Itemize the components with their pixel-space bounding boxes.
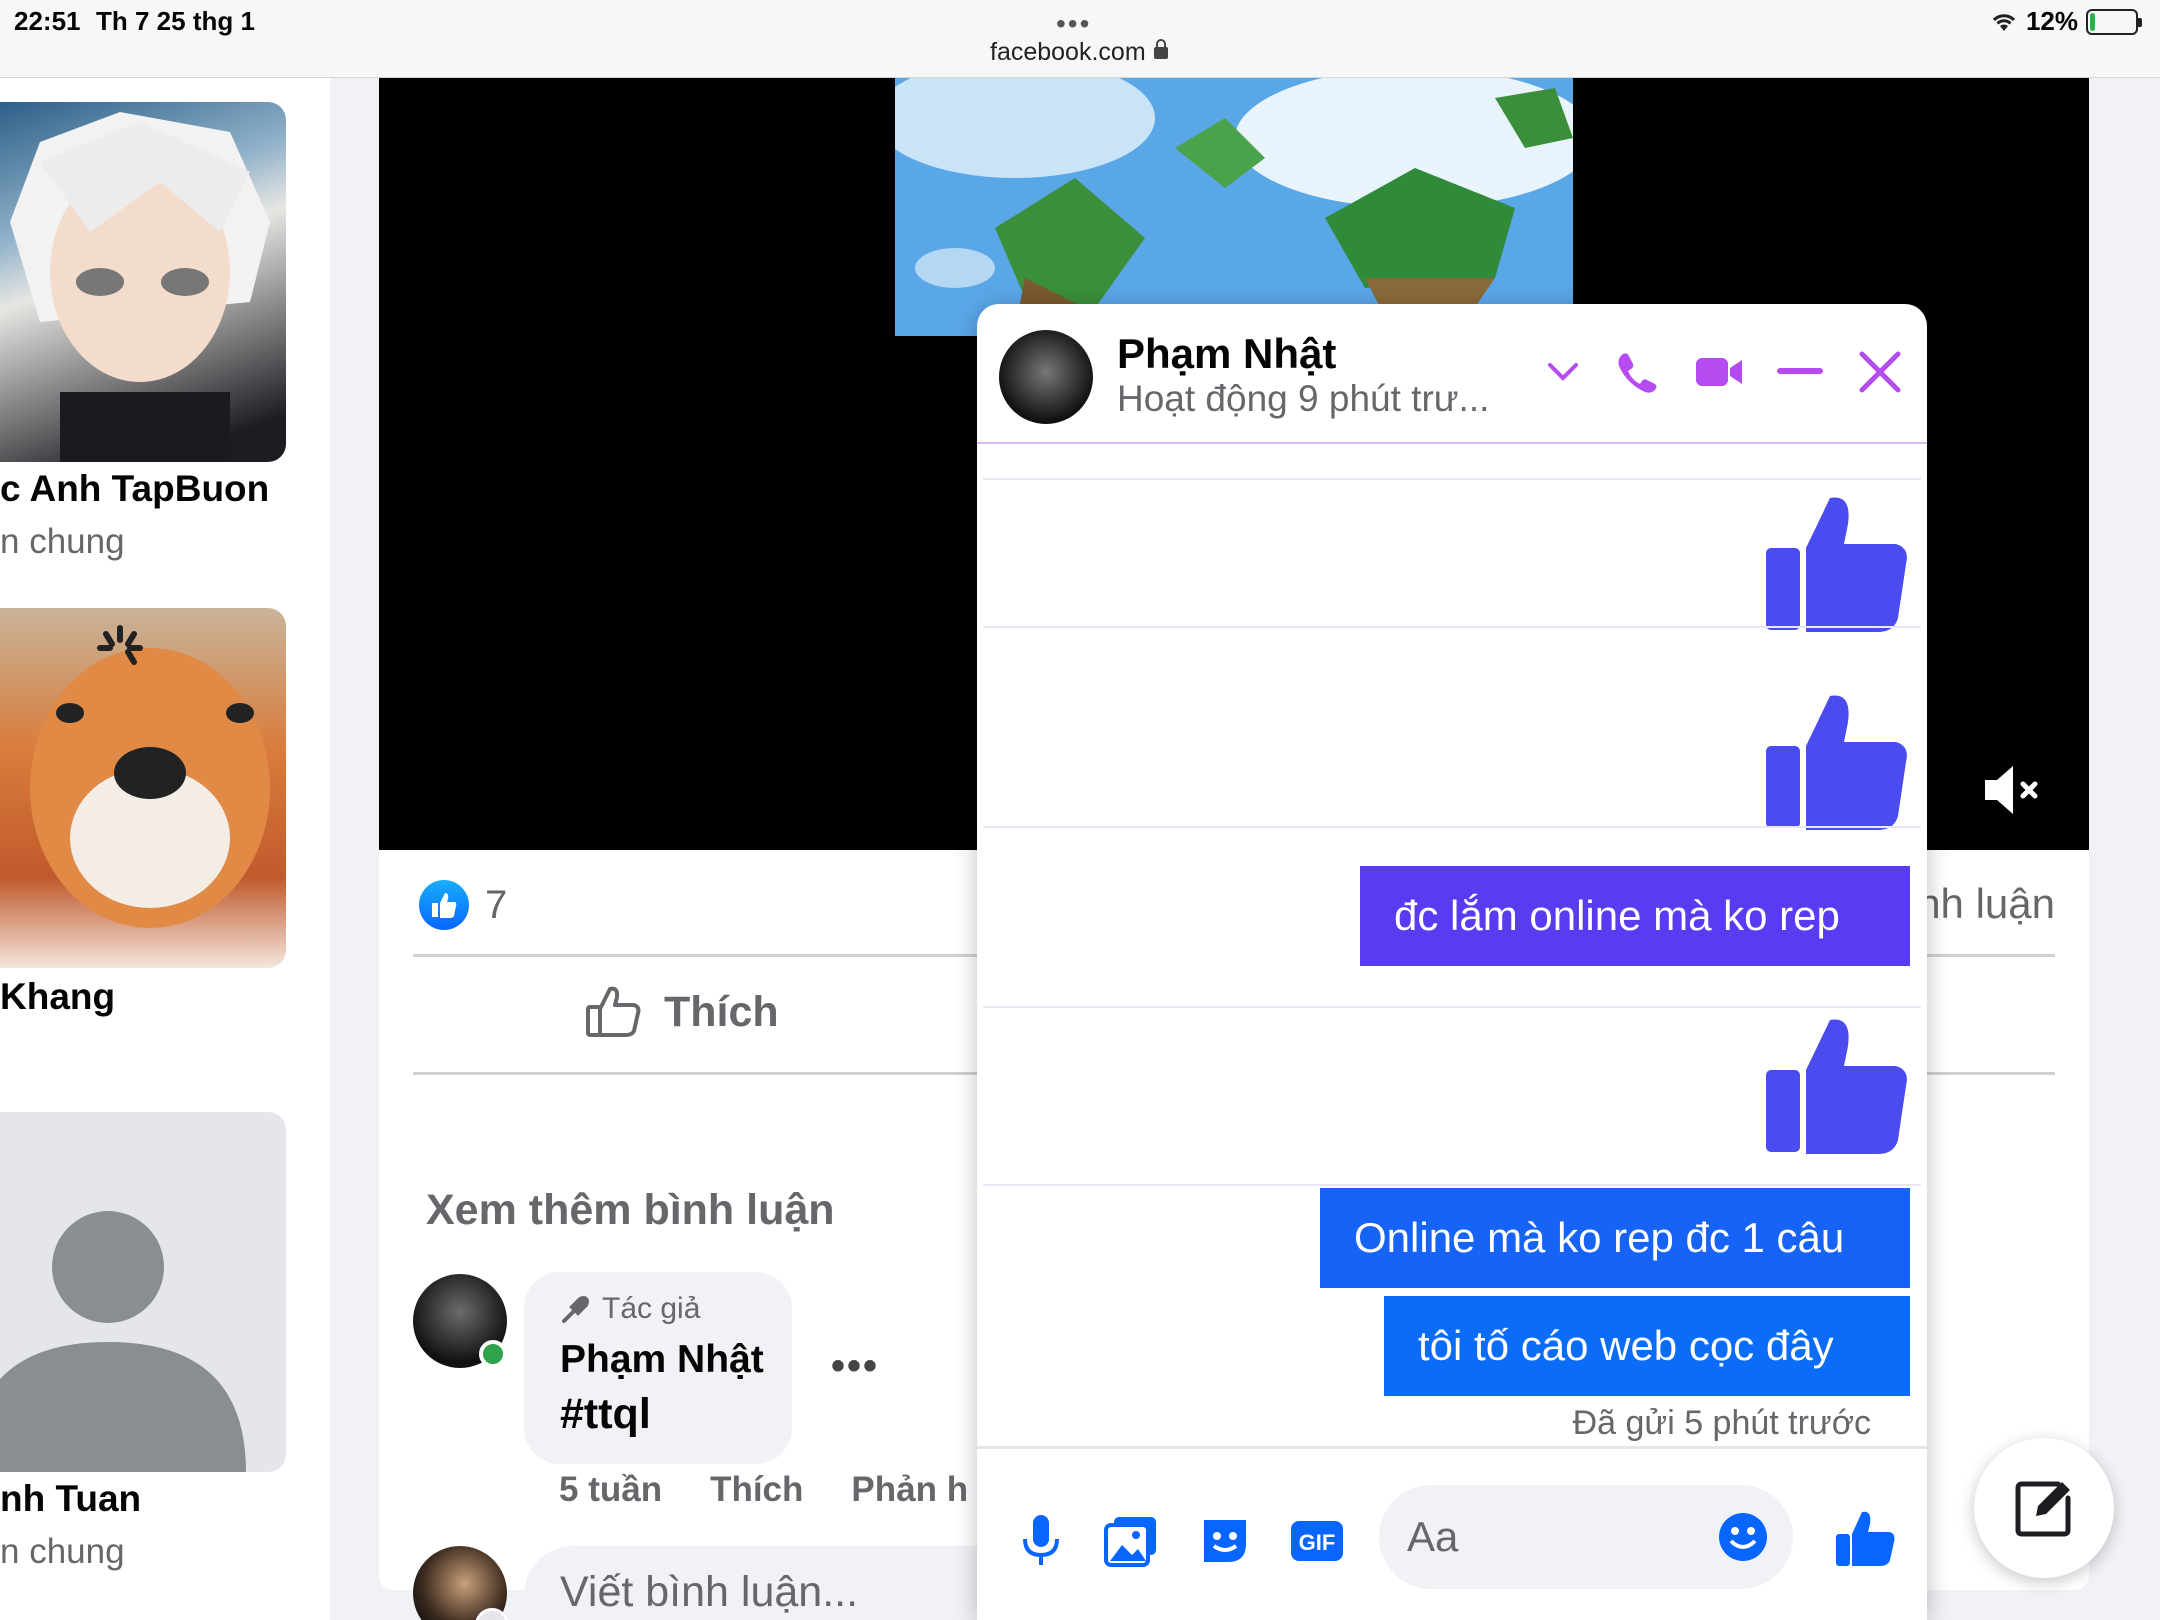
message-text: Online mà ko rep đc 1 câu xyxy=(1354,1214,1845,1261)
battery-percent: 12% xyxy=(2025,6,2078,36)
svg-text:GIF: GIF xyxy=(1299,1530,1336,1555)
chat-contact-status: Hoạt động 9 phút trư... xyxy=(1117,378,1490,419)
person-photo-3[interactable] xyxy=(0,1112,286,1472)
minimize-icon[interactable] xyxy=(1772,344,1828,400)
chat-options-chevron-icon[interactable] xyxy=(1535,344,1591,400)
microphone-badge-icon xyxy=(562,1296,589,1323)
sent-status: Đã gửi 5 phút trước xyxy=(1572,1404,1871,1442)
status-bar: 22:51 Th 7 25 thg 1 ••• facebook.com 12% xyxy=(0,0,2160,78)
row-divider xyxy=(983,478,1921,480)
status-time: 22:51 xyxy=(14,6,81,36)
message-input-placeholder: Aa xyxy=(1407,1513,1459,1560)
phone-call-icon[interactable] xyxy=(1609,344,1665,400)
thumbs-up-sticker-icon[interactable] xyxy=(1760,688,1910,838)
message-bubble[interactable]: đc lắm online mà ko rep xyxy=(1360,866,1910,966)
person-photo-1[interactable] xyxy=(0,102,286,462)
url-text: facebook.com xyxy=(990,38,1146,66)
message-text: tôi tố cáo web cọc đây xyxy=(1418,1322,1834,1369)
browser-menu-dots[interactable]: ••• xyxy=(1056,8,1091,40)
comment-count[interactable]: nh luận xyxy=(1917,880,2055,928)
video-call-icon[interactable] xyxy=(1691,344,1747,400)
comment-like-link[interactable]: Thích xyxy=(710,1470,803,1510)
lock-icon xyxy=(1153,39,1168,60)
chat-contact-avatar[interactable] xyxy=(999,330,1093,424)
row-divider xyxy=(983,826,1921,828)
comment-options-button[interactable]: ••• xyxy=(831,1344,879,1389)
message-list: đc lắm online mà ko rep Online mà ko rep… xyxy=(977,446,1927,1468)
message-text: đc lắm online mà ko rep xyxy=(1394,892,1840,939)
chat-header: Phạm Nhật Hoạt động 9 phút trư... xyxy=(977,304,1927,444)
video-thumbnail xyxy=(895,78,1573,336)
person-name-3[interactable]: nh Tuan xyxy=(0,1478,141,1520)
send-like-icon[interactable] xyxy=(1833,1507,1897,1571)
thumbs-up-sticker-icon[interactable] xyxy=(1760,490,1910,640)
online-status-dot xyxy=(479,1340,507,1368)
comment-reply-link[interactable]: Phản h xyxy=(851,1470,968,1510)
reaction-summary[interactable]: 7 xyxy=(419,880,507,930)
message-composer: GIF Aa xyxy=(977,1446,1927,1620)
person-mutual-1: n chung xyxy=(0,522,125,561)
person-mutual-3: n chung xyxy=(0,1532,125,1571)
view-more-comments[interactable]: Xem thêm bình luận xyxy=(426,1186,835,1235)
person-name-2[interactable]: Khang xyxy=(0,976,115,1018)
reaction-count: 7 xyxy=(485,882,508,927)
battery-icon xyxy=(2086,8,2142,35)
people-you-may-know: c Anh TapBuon n chung Khang nh Tuan n ch… xyxy=(0,78,330,1620)
comment-time[interactable]: 5 tuần xyxy=(559,1470,662,1510)
microphone-icon[interactable] xyxy=(1011,1511,1071,1571)
emoji-icon[interactable] xyxy=(1717,1511,1769,1563)
author-badge-label: Tác giả xyxy=(602,1292,701,1325)
sticker-icon[interactable] xyxy=(1195,1511,1255,1571)
person-name-1[interactable]: c Anh TapBuon xyxy=(0,468,269,510)
chat-contact-name[interactable]: Phạm Nhật xyxy=(1117,330,1336,378)
wifi-icon xyxy=(1992,13,2016,31)
author-badge: Tác giả xyxy=(560,1292,700,1326)
mute-icon[interactable] xyxy=(1979,758,2043,822)
status-right: 12% xyxy=(1990,6,2142,37)
like-button[interactable]: Thích xyxy=(584,983,779,1041)
comment-text: #ttql xyxy=(560,1390,651,1438)
battery-fill xyxy=(2090,12,2095,31)
row-divider xyxy=(983,1006,1921,1008)
address-bar[interactable]: facebook.com xyxy=(990,38,1168,67)
like-button-label: Thích xyxy=(664,987,779,1036)
message-bubble[interactable]: Online mà ko rep đc 1 câu xyxy=(1320,1188,1910,1288)
new-message-button[interactable] xyxy=(1974,1438,2114,1578)
comment-meta: 5 tuần Thích Phản h xyxy=(559,1470,968,1510)
message-input[interactable]: Aa xyxy=(1379,1485,1793,1589)
messenger-chat-window: Phạm Nhật Hoạt động 9 phút trư... đc lắm… xyxy=(977,304,1927,1620)
photo-icon[interactable] xyxy=(1101,1511,1161,1571)
like-reaction-icon xyxy=(419,880,469,930)
compose-icon xyxy=(2015,1481,2071,1537)
default-avatar-icon xyxy=(0,1211,246,1472)
comment-bubble: Tác giả Phạm Nhật #ttql xyxy=(524,1272,792,1464)
gif-icon[interactable]: GIF xyxy=(1287,1511,1347,1571)
status-date: Th 7 25 thg 1 xyxy=(96,6,255,36)
row-divider xyxy=(983,626,1921,628)
message-bubble[interactable]: tôi tố cáo web cọc đây xyxy=(1384,1296,1910,1396)
comment-author-name[interactable]: Phạm Nhật xyxy=(560,1338,764,1382)
close-icon[interactable] xyxy=(1852,344,1908,400)
person-photo-2[interactable] xyxy=(0,608,286,968)
thumbs-up-outline-icon xyxy=(586,986,641,1037)
row-divider xyxy=(983,1184,1921,1186)
thumbs-up-sticker-icon[interactable] xyxy=(1760,1012,1910,1162)
